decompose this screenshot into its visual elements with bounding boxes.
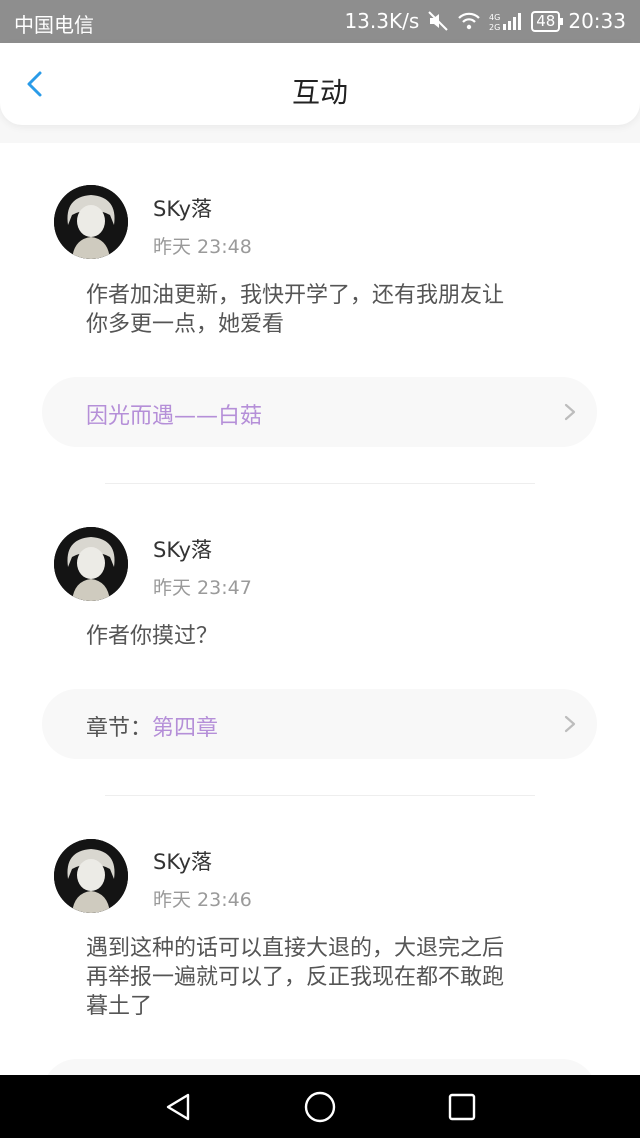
link-card-partial[interactable] — [42, 1059, 597, 1075]
signal-icon: 4G 2G — [489, 11, 523, 31]
battery-indicator: 48 — [531, 10, 564, 32]
avatar[interactable] — [54, 527, 128, 601]
comment-line: 作者你摸过？ — [86, 624, 219, 649]
comment-text: 遇到这种的话可以直接大退的，大退完之后 再举报一遍就可以了，反正我现在都不敢跑 … — [86, 934, 576, 1021]
nav-back-button[interactable] — [160, 1089, 196, 1125]
comment-line: 你多更一点，她爱看 — [86, 312, 285, 337]
book-link-card[interactable]: 因光而遇——白菇 — [42, 377, 597, 447]
chapter-prefix: 章节： — [86, 716, 153, 741]
comment-line: 遇到这种的话可以直接大退的，大退完之后 — [86, 936, 505, 961]
comment-line: 作者加油更新，我快开学了，还有我朋友让 — [86, 283, 505, 308]
system-nav-bar — [0, 1075, 640, 1138]
mute-icon — [427, 10, 449, 32]
comment-time: 昨天 23:46 — [153, 889, 252, 911]
net-speed: 13.3K/s — [344, 9, 420, 33]
carrier-name: 中国电信 — [14, 13, 94, 37]
status-right: 13.3K/s 4G 2G 48 20:33 — [344, 9, 626, 33]
home-circle-icon — [304, 1091, 336, 1123]
svg-text:2G: 2G — [489, 23, 500, 31]
username[interactable]: SKy落 — [153, 534, 212, 564]
avatar[interactable] — [54, 185, 128, 259]
app-header: 互动 — [0, 43, 640, 125]
chapter-name: 第四章 — [152, 716, 219, 741]
nav-home-button[interactable] — [302, 1089, 338, 1125]
wifi-icon — [457, 11, 481, 31]
svg-text:4G: 4G — [489, 13, 500, 22]
comment-line: 暮土了 — [86, 994, 153, 1019]
back-triangle-icon — [166, 1093, 190, 1121]
book-title-link: 因光而遇——白菇 — [86, 404, 263, 429]
comment-text: 作者加油更新，我快开学了，还有我朋友让 你多更一点，她爱看 — [86, 281, 576, 339]
recents-square-icon — [448, 1093, 476, 1121]
username[interactable]: SKy落 — [153, 193, 212, 223]
chevron-right-icon — [564, 715, 576, 733]
comment-time: 昨天 23:48 — [153, 236, 252, 258]
page-title: 互动 — [291, 76, 348, 109]
chevron-right-icon — [564, 403, 576, 421]
comment-line: 再举报一遍就可以了，反正我现在都不敢跑 — [86, 965, 505, 990]
status-bar: 中国电信 13.3K/s 4G 2G 48 20:33 — [0, 0, 640, 43]
interaction-list: SKy落 昨天 23:48 作者加油更新，我快开学了，还有我朋友让 你多更一点，… — [0, 143, 640, 1075]
username[interactable]: SKy落 — [153, 846, 212, 876]
comment-time: 昨天 23:47 — [153, 577, 252, 599]
chapter-link-card[interactable]: 章节：第四章 — [42, 689, 597, 759]
avatar[interactable] — [54, 839, 128, 913]
comment-text: 作者你摸过？ — [86, 622, 576, 651]
divider — [105, 483, 535, 484]
clock: 20:33 — [568, 9, 626, 33]
chapter-link: 章节：第四章 — [86, 710, 218, 742]
nav-recents-button[interactable] — [444, 1089, 480, 1125]
divider — [105, 795, 535, 796]
